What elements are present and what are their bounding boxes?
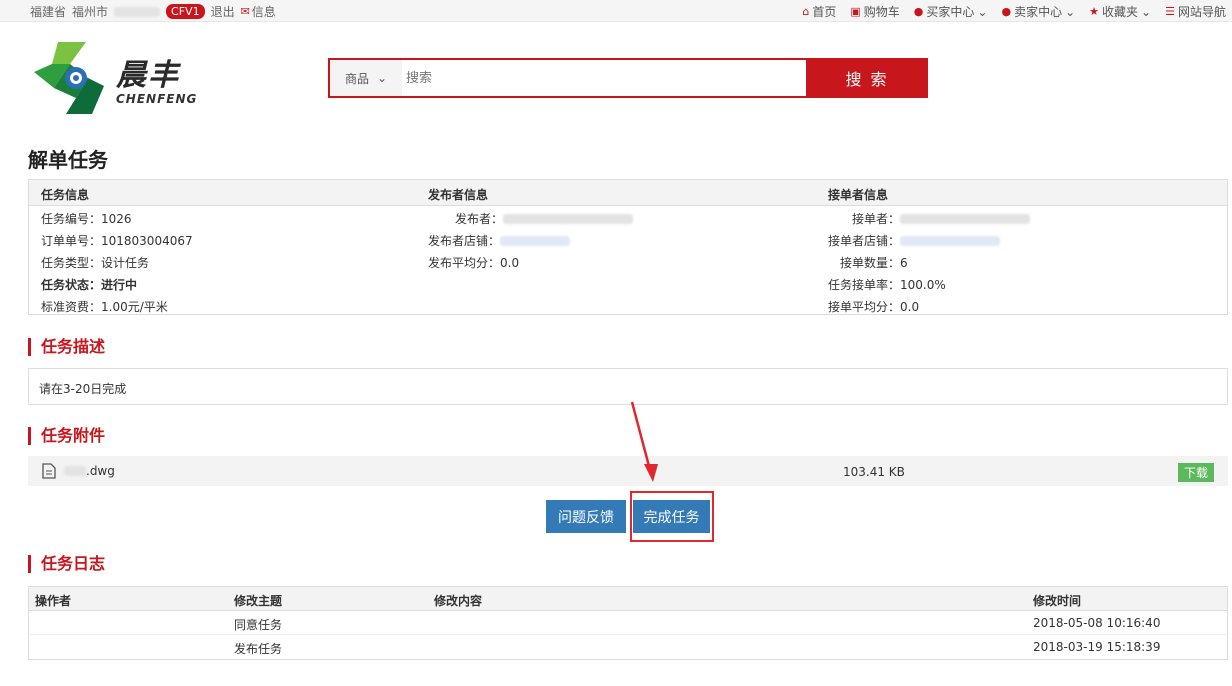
- task-type: 任务类型：设计任务: [41, 256, 150, 270]
- log-header-operator: 操作者: [35, 594, 72, 608]
- taker-count: 接单数量：6: [840, 256, 908, 270]
- nav-cart-label: 购物车: [863, 5, 900, 19]
- messages-label: 信息: [251, 5, 276, 19]
- log-time: 2018-05-08 10:16:40: [1033, 616, 1161, 630]
- chevron-down-icon: ⌄: [1065, 4, 1076, 19]
- list-icon: ☰: [1165, 5, 1175, 18]
- home-icon: ⌂: [802, 5, 810, 18]
- table-row: 发布任务 2018-03-19 15:18:39: [29, 635, 1227, 659]
- info-header: 任务信息 发布者信息 接单者信息: [29, 180, 1227, 206]
- user-icon: ●: [1001, 5, 1012, 18]
- province-label[interactable]: 福建省: [30, 3, 66, 20]
- location-bar: 福建省 福州市 CFV1 退出 ✉ 信息: [30, 3, 276, 20]
- chevron-down-icon: ⌄: [977, 4, 988, 19]
- nav-sitemap-label: 网站导航: [1177, 5, 1226, 19]
- attachments-heading: 任务附件: [28, 427, 105, 445]
- publisher-avg-score: 发布平均分：0.0: [428, 256, 520, 270]
- chevron-down-icon: ⌄: [1141, 4, 1152, 19]
- taker-shop-redacted[interactable]: [900, 235, 1001, 246]
- arrow-annotation-icon: [630, 401, 658, 482]
- attachment-file[interactable]: .dwg: [42, 463, 115, 479]
- top-bar: 福建省 福州市 CFV1 退出 ✉ 信息 ⌂ 首页 ▣ 购物车 ● 买家中心 ⌄ ● 卖家…: [0, 0, 1232, 22]
- logo-chinese: 晨丰: [116, 58, 180, 93]
- nav-cart[interactable]: ▣ 购物车: [850, 3, 899, 20]
- search-category-label: 商品: [344, 71, 369, 86]
- nav-favorites[interactable]: ★ 收藏夹 ⌄: [1089, 3, 1151, 20]
- nav-sitemap[interactable]: ☰ 网站导航: [1165, 3, 1226, 20]
- taker-shop: 接单者店铺：: [828, 232, 1001, 249]
- site-logo[interactable]: 晨丰 CHENFENG: [30, 42, 230, 114]
- search-bar: 商品 ⌄ 搜 索: [328, 58, 928, 98]
- feedback-button[interactable]: 问题反馈: [546, 500, 626, 533]
- nav-home[interactable]: ⌂ 首页: [802, 3, 836, 20]
- username-redacted: [114, 6, 161, 17]
- search-input[interactable]: [402, 60, 808, 96]
- log-topic: 发布任务: [234, 642, 283, 656]
- table-row: 同意任务 2018-05-08 10:16:40: [29, 611, 1227, 635]
- nav-seller-label: 卖家中心: [1014, 5, 1063, 19]
- nav-buyer-center[interactable]: ● 买家中心 ⌄: [914, 3, 988, 20]
- log-header-content: 修改内容: [434, 594, 483, 608]
- log-heading: 任务日志: [28, 555, 105, 573]
- cart-icon: ▣: [850, 5, 861, 18]
- mail-icon: ✉: [240, 5, 250, 18]
- publisher-shop: 发布者店铺：: [428, 232, 571, 249]
- header-taker-info: 接单者信息: [828, 188, 889, 202]
- vip-badge: CFV1: [166, 4, 205, 19]
- taker-name-redacted: [900, 213, 1031, 224]
- logo-mark-icon: [34, 42, 104, 114]
- publisher-shop-redacted[interactable]: [500, 235, 571, 246]
- log-table: 操作者 修改主题 修改内容 修改时间 同意任务 2018-05-08 10:16…: [28, 586, 1228, 660]
- header-task-info: 任务信息: [41, 188, 90, 202]
- taker-name: 接单者：: [852, 210, 1031, 227]
- task-price: 标准资费：1.00元/平米: [41, 300, 168, 314]
- search-category-select[interactable]: 商品 ⌄: [330, 60, 402, 96]
- city-label[interactable]: 福州市: [72, 3, 108, 20]
- user-icon: ●: [913, 5, 924, 18]
- messages-link[interactable]: ✉ 信息: [241, 3, 276, 20]
- nav-seller-center[interactable]: ● 卖家中心 ⌄: [1001, 3, 1075, 20]
- log-topic: 同意任务: [234, 618, 283, 632]
- publisher-name-redacted: [503, 213, 634, 224]
- filename-redacted: [64, 466, 86, 476]
- description-heading: 任务描述: [28, 338, 105, 356]
- nav-buyer-label: 买家中心: [926, 5, 975, 19]
- page-title: 解单任务: [28, 148, 108, 172]
- attachment-filename: .dwg: [86, 464, 115, 478]
- taker-rate: 任务接单率：100.0%: [828, 278, 946, 292]
- log-header-row: 操作者 修改主题 修改内容 修改时间: [29, 587, 1227, 611]
- nav-home-label: 首页: [812, 5, 837, 19]
- search-button[interactable]: 搜 索: [806, 58, 928, 98]
- logout-link[interactable]: 退出: [211, 3, 235, 20]
- taker-name-label: 接单者：: [852, 212, 901, 226]
- nav-favorites-label: 收藏夹: [1102, 5, 1139, 19]
- task-order: 订单单号：101803004067: [41, 234, 193, 248]
- log-time: 2018-03-19 15:18:39: [1033, 640, 1161, 654]
- star-icon: ★: [1089, 5, 1100, 18]
- top-nav: ⌂ 首页 ▣ 购物车 ● 买家中心 ⌄ ● 卖家中心 ⌄ ★ 收藏夹 ⌄ ☰ 网站导航: [802, 3, 1226, 20]
- task-info-table: 任务信息 发布者信息 接单者信息 任务编号：1026 订单单号：10180300…: [28, 179, 1228, 315]
- log-header-time: 修改时间: [1033, 594, 1082, 608]
- logo-text: 晨丰 CHENFENG: [116, 50, 197, 106]
- chevron-down-icon: ⌄: [376, 71, 388, 85]
- header-publisher-info: 发布者信息: [428, 188, 489, 202]
- taker-avg-score: 接单平均分：0.0: [828, 300, 920, 314]
- publisher-shop-label: 发布者店铺：: [428, 234, 501, 248]
- complete-task-button[interactable]: 完成任务: [633, 500, 710, 533]
- log-header-topic: 修改主题: [234, 594, 283, 608]
- logo-english: CHENFENG: [116, 92, 198, 106]
- file-icon: [42, 463, 56, 479]
- publisher-name: 发布者：: [455, 210, 634, 227]
- task-id: 任务编号：1026: [41, 212, 132, 226]
- attachment-size: 103.41 KB: [843, 465, 905, 479]
- taker-shop-label: 接单者店铺：: [828, 234, 901, 248]
- download-button[interactable]: 下载: [1177, 463, 1214, 482]
- publisher-name-label: 发布者：: [455, 212, 504, 226]
- task-status: 任务状态：进行中: [41, 278, 138, 292]
